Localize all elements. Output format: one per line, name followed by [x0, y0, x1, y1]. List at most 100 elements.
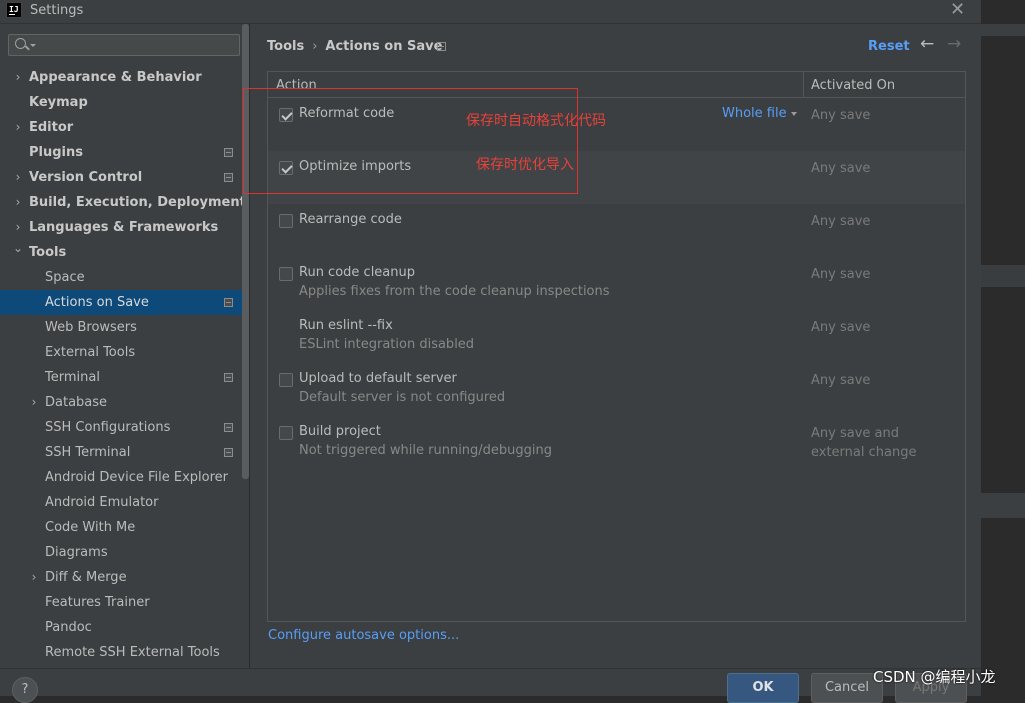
sidebar-item-label: Diff & Merge [45, 570, 127, 585]
sidebar-item-label: Diagrams [45, 545, 108, 560]
sidebar-item[interactable]: SSH Configurations [0, 415, 249, 440]
table-row[interactable]: Upload to default server Default server i… [268, 363, 965, 416]
help-button[interactable]: ? [12, 677, 38, 703]
breadcrumb-current: Actions on Save [325, 39, 443, 54]
chevron-right-icon[interactable]: › [29, 565, 39, 590]
watermark: CSDN @编程小龙 [873, 668, 996, 686]
checkbox[interactable] [279, 426, 293, 440]
back-arrow-icon[interactable]: ← [920, 34, 934, 54]
sidebar-item[interactable]: Features Trainer [0, 590, 249, 615]
sidebar-item-label: Tools [29, 245, 67, 260]
activated-on-value: Any save and external change [811, 424, 916, 462]
breadcrumb-separator-icon: › [312, 39, 318, 54]
sidebar-item-label: Web Browsers [45, 320, 137, 335]
chevron-right-icon[interactable]: › [13, 65, 23, 90]
title-bar: IJ Settings ✕ [0, 0, 981, 24]
project-scope-icon [437, 42, 446, 51]
action-name: Run code cleanup [299, 265, 415, 280]
sidebar-item[interactable]: › Editor [0, 115, 249, 140]
sidebar-item-label: Android Emulator [45, 495, 159, 510]
sidebar-item[interactable]: Terminal [0, 365, 249, 390]
reset-link[interactable]: Reset [868, 39, 910, 54]
sidebar-item[interactable]: Remote SSH External Tools [0, 640, 249, 665]
search-history-dropdown-icon[interactable] [30, 44, 36, 47]
sidebar-item[interactable]: Android Device File Explorer [0, 465, 249, 490]
sidebar-item[interactable]: Code With Me [0, 515, 249, 540]
checkbox[interactable] [279, 267, 293, 281]
sidebar-item-label: Features Trainer [45, 595, 150, 610]
sidebar-item-label: Space [45, 270, 85, 285]
sidebar-item[interactable]: › Version Control [0, 165, 249, 190]
sidebar-item[interactable]: › Languages & Frameworks [0, 215, 249, 240]
sidebar-item-label: Editor [29, 120, 74, 135]
sidebar-item-label: External Tools [45, 345, 136, 360]
action-description: Applies fixes from the code cleanup insp… [299, 284, 610, 299]
annotation-reformat-note: 保存时自动格式化代码 [466, 113, 606, 129]
activated-on-value: Any save [811, 373, 871, 388]
checkbox[interactable] [279, 214, 293, 228]
chevron-right-icon[interactable]: › [13, 165, 23, 190]
sidebar-item[interactable]: › Build, Execution, Deployment [0, 190, 249, 215]
sidebar-item[interactable]: › Database [0, 390, 249, 415]
chevron-right-icon[interactable]: › [13, 190, 23, 215]
table-row[interactable]: Run code cleanup Applies fixes from the c… [268, 257, 965, 310]
sidebar-item[interactable]: › Appearance & Behavior [0, 65, 249, 90]
sidebar-item[interactable]: Actions on Save [0, 290, 249, 315]
project-scope-icon [224, 448, 233, 457]
sidebar-item-label: Pandoc [45, 620, 92, 635]
annotation-optimize-note: 保存时优化导入 [476, 157, 574, 173]
activated-on-value: Any save [811, 108, 871, 123]
table-row[interactable]: Rearrange code Any save [268, 204, 965, 257]
table-row[interactable]: Run eslint --fix ESLint integration disab… [268, 310, 965, 363]
sidebar-item[interactable]: Space [0, 265, 249, 290]
column-divider[interactable] [803, 72, 804, 97]
sidebar-item-label: Plugins [29, 145, 83, 160]
sidebar-item-label: SSH Configurations [45, 420, 171, 435]
sidebar-item[interactable]: Diagrams [0, 540, 249, 565]
annotation-highlight-box [243, 88, 578, 194]
chevron-down-icon[interactable]: ⌄ [13, 236, 23, 261]
chevron-right-icon[interactable]: › [29, 390, 39, 415]
sidebar-item[interactable]: Web Browsers [0, 315, 249, 340]
sidebar-item[interactable]: Android Emulator [0, 490, 249, 515]
configure-autosave-link[interactable]: Configure autosave options... [268, 628, 459, 643]
chevron-right-icon[interactable]: › [13, 115, 23, 140]
forward-arrow-icon[interactable]: → [947, 34, 961, 54]
sidebar-item-label: Android Device File Explorer [45, 470, 228, 485]
sidebar-item[interactable]: Pandoc [0, 615, 249, 640]
sidebar-item-label: SSH Terminal [45, 445, 131, 460]
column-header-activated-on[interactable]: Activated On [811, 78, 895, 93]
activated-on-value: Any save [811, 214, 871, 229]
sidebar-item[interactable]: External Tools [0, 340, 249, 365]
ok-button[interactable]: OK [727, 673, 799, 703]
sidebar-item[interactable]: Keymap [0, 90, 249, 115]
search-input[interactable] [8, 34, 240, 56]
intellij-logo-icon: IJ [6, 2, 22, 18]
scope-dropdown[interactable]: Whole file [722, 106, 797, 121]
action-name: Build project [299, 424, 381, 439]
scope-dropdown-label: Whole file [722, 106, 787, 121]
sidebar-item[interactable]: SSH Terminal [0, 440, 249, 465]
breadcrumb-parent[interactable]: Tools [267, 39, 304, 54]
sidebar-item[interactable]: › Diff & Merge [0, 565, 249, 590]
sidebar-item-label: Actions on Save [45, 295, 149, 310]
action-name: Run eslint --fix [299, 318, 393, 333]
activated-on-value: Any save [811, 320, 871, 335]
project-scope-icon [224, 148, 233, 157]
search-icon [15, 38, 26, 49]
sidebar-item-label: Version Control [29, 170, 143, 185]
sidebar-item[interactable]: Plugins [0, 140, 249, 165]
sidebar-item-label: Code With Me [45, 520, 136, 535]
activated-on-value: Any save [811, 267, 871, 282]
sidebar-item-label: Languages & Frameworks [29, 220, 219, 235]
project-scope-icon [224, 298, 233, 307]
sidebar-item-label: Remote SSH External Tools [45, 645, 220, 660]
checkbox[interactable] [279, 373, 293, 387]
table-row[interactable]: Build project Not triggered while running… [268, 416, 965, 469]
activated-on-value: Any save [811, 161, 871, 176]
action-name: Rearrange code [299, 212, 402, 227]
close-icon[interactable]: ✕ [950, 0, 965, 20]
action-description: ESLint integration disabled [299, 337, 475, 352]
breadcrumb: Tools › Actions on Save [267, 39, 442, 54]
sidebar-item[interactable]: ⌄ Tools [0, 240, 249, 265]
